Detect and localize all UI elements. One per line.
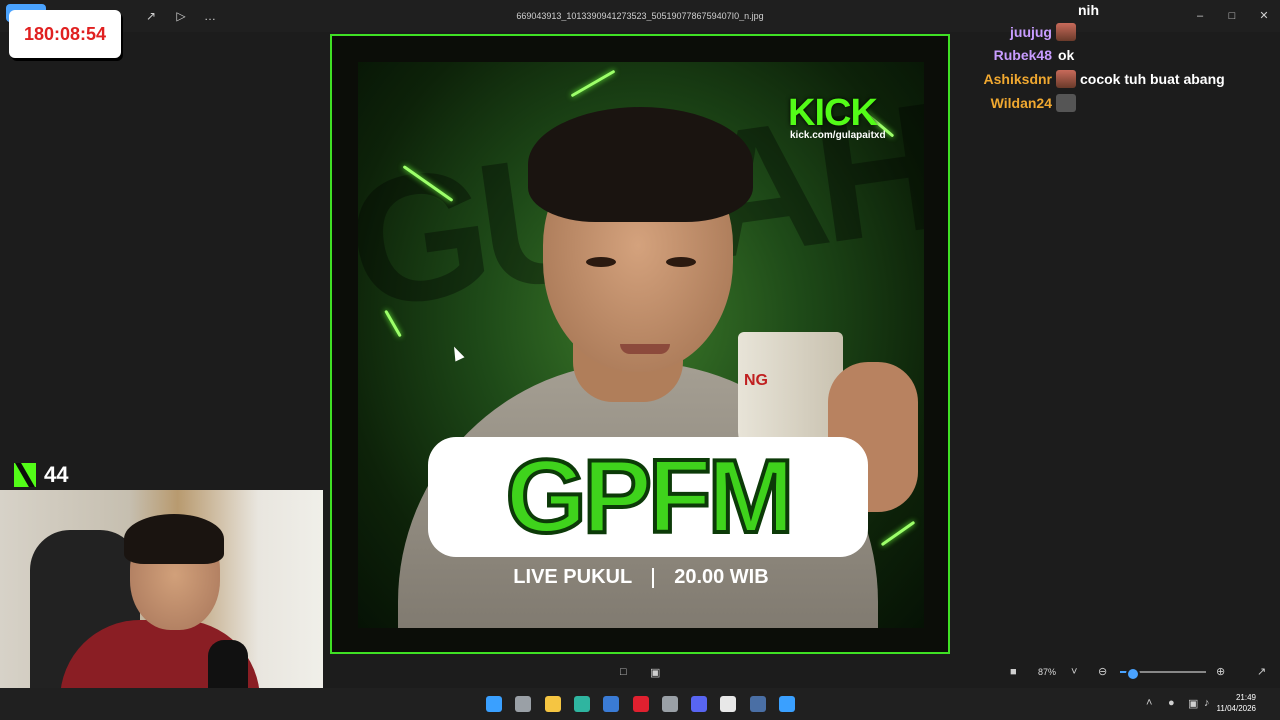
chat-user: Wildan24 [990, 95, 1052, 111]
actual-size-icon[interactable]: ■ [1010, 666, 1017, 678]
gpfm-title: GPFM [504, 439, 796, 555]
share-icon[interactable]: ↗ [143, 8, 159, 24]
zoom-out-icon[interactable]: ⊖ [1098, 665, 1107, 678]
stream-poster: GULAH NG KICK kick.com/gulapaitxd GPFM L… [358, 62, 924, 628]
expand-icon[interactable]: ↗ [1257, 665, 1266, 678]
separator [652, 567, 655, 588]
chat-line: Ashiksdnr cocok tuh buat abang [980, 69, 1225, 89]
maximize-button[interactable]: □ [1225, 9, 1239, 23]
chat-message: cocok tuh buat abang [1080, 71, 1225, 87]
webcam-feed [0, 490, 323, 720]
chat-fragment: nih [1078, 0, 1099, 20]
emote-icon [1056, 23, 1076, 41]
store-icon[interactable] [603, 696, 619, 712]
chat-user: Rubek48 [993, 47, 1052, 63]
volume-icon[interactable]: ♪ [1204, 697, 1210, 709]
chat-user: juujug [1010, 24, 1052, 40]
microphone-tray-icon[interactable]: ● [1168, 697, 1175, 709]
edge-icon[interactable] [574, 696, 590, 712]
live-time: 20.00 WIB [674, 566, 769, 588]
chat-line: Rubek48 ok [992, 45, 1075, 65]
webcam-person-hair [124, 514, 224, 564]
zoom-in-icon[interactable]: ⊕ [1216, 665, 1225, 678]
chat-message: nih [1078, 2, 1099, 18]
chat-message: ok [1058, 47, 1075, 63]
opera-icon[interactable] [633, 696, 649, 712]
image-viewer[interactable]: GULAH NG KICK kick.com/gulapaitxd GPFM L… [330, 34, 950, 654]
viewer-count: 44 [44, 462, 69, 487]
kick-url: kick.com/gulapaitxd [790, 130, 886, 141]
clock-date: 11/04/2026 [1216, 704, 1256, 713]
chevron-down-icon[interactable]: ˅ [1071, 666, 1077, 678]
zoom-slider-handle[interactable] [1125, 667, 1140, 681]
light-streak [880, 520, 916, 547]
live-schedule: LIVE PUKUL 20.00 WIB [358, 566, 924, 589]
light-streak [570, 69, 616, 98]
emote-icon [1056, 70, 1076, 88]
person-mouth [620, 344, 670, 354]
capcut-icon[interactable] [720, 696, 736, 712]
minimize-button[interactable]: – [1193, 9, 1207, 23]
chat-line: juujug [1010, 22, 1080, 42]
chevron-up-icon[interactable]: ˄ [1146, 697, 1152, 709]
kick-icon [14, 463, 36, 487]
live-label: LIVE PUKUL [513, 566, 633, 588]
person-eye [586, 257, 616, 267]
gpfm-title-badge: GPFM [428, 437, 868, 557]
more-options-icon[interactable]: … [202, 8, 218, 24]
kick-logo: KICK [788, 92, 878, 134]
close-button[interactable]: ✕ [1257, 9, 1271, 23]
person-hair [528, 107, 753, 222]
discord-icon[interactable] [691, 696, 707, 712]
start-icon[interactable] [486, 696, 502, 712]
task-view-icon[interactable] [515, 696, 531, 712]
stream-timer: 180:08:54 [9, 10, 121, 58]
chat-line: Wildan24 [986, 93, 1080, 113]
clock-time: 21:49 [1235, 693, 1256, 702]
steam-icon[interactable] [750, 696, 766, 712]
chrome-icon[interactable] [662, 696, 678, 712]
network-icon[interactable]: ▣ [1188, 697, 1198, 710]
viewer-bottom-bar [0, 660, 1280, 684]
file-explorer-icon[interactable] [545, 696, 561, 712]
photos-icon[interactable] [779, 696, 795, 712]
system-clock[interactable]: 21:49 11/04/2026 [1217, 692, 1256, 714]
chat-user: Ashiksdnr [983, 71, 1052, 87]
slideshow-icon[interactable]: ▷ [173, 8, 189, 24]
fit-to-window-icon[interactable]: □ [620, 666, 627, 678]
crop-icon[interactable]: ▣ [650, 666, 660, 679]
mug-text: NG [744, 372, 768, 389]
emote-icon [1056, 94, 1076, 112]
person-eye [666, 257, 696, 267]
zoom-level[interactable]: 87% [1038, 667, 1056, 677]
file-name: 669043913_1013390941273523_5051907786759… [516, 11, 764, 21]
